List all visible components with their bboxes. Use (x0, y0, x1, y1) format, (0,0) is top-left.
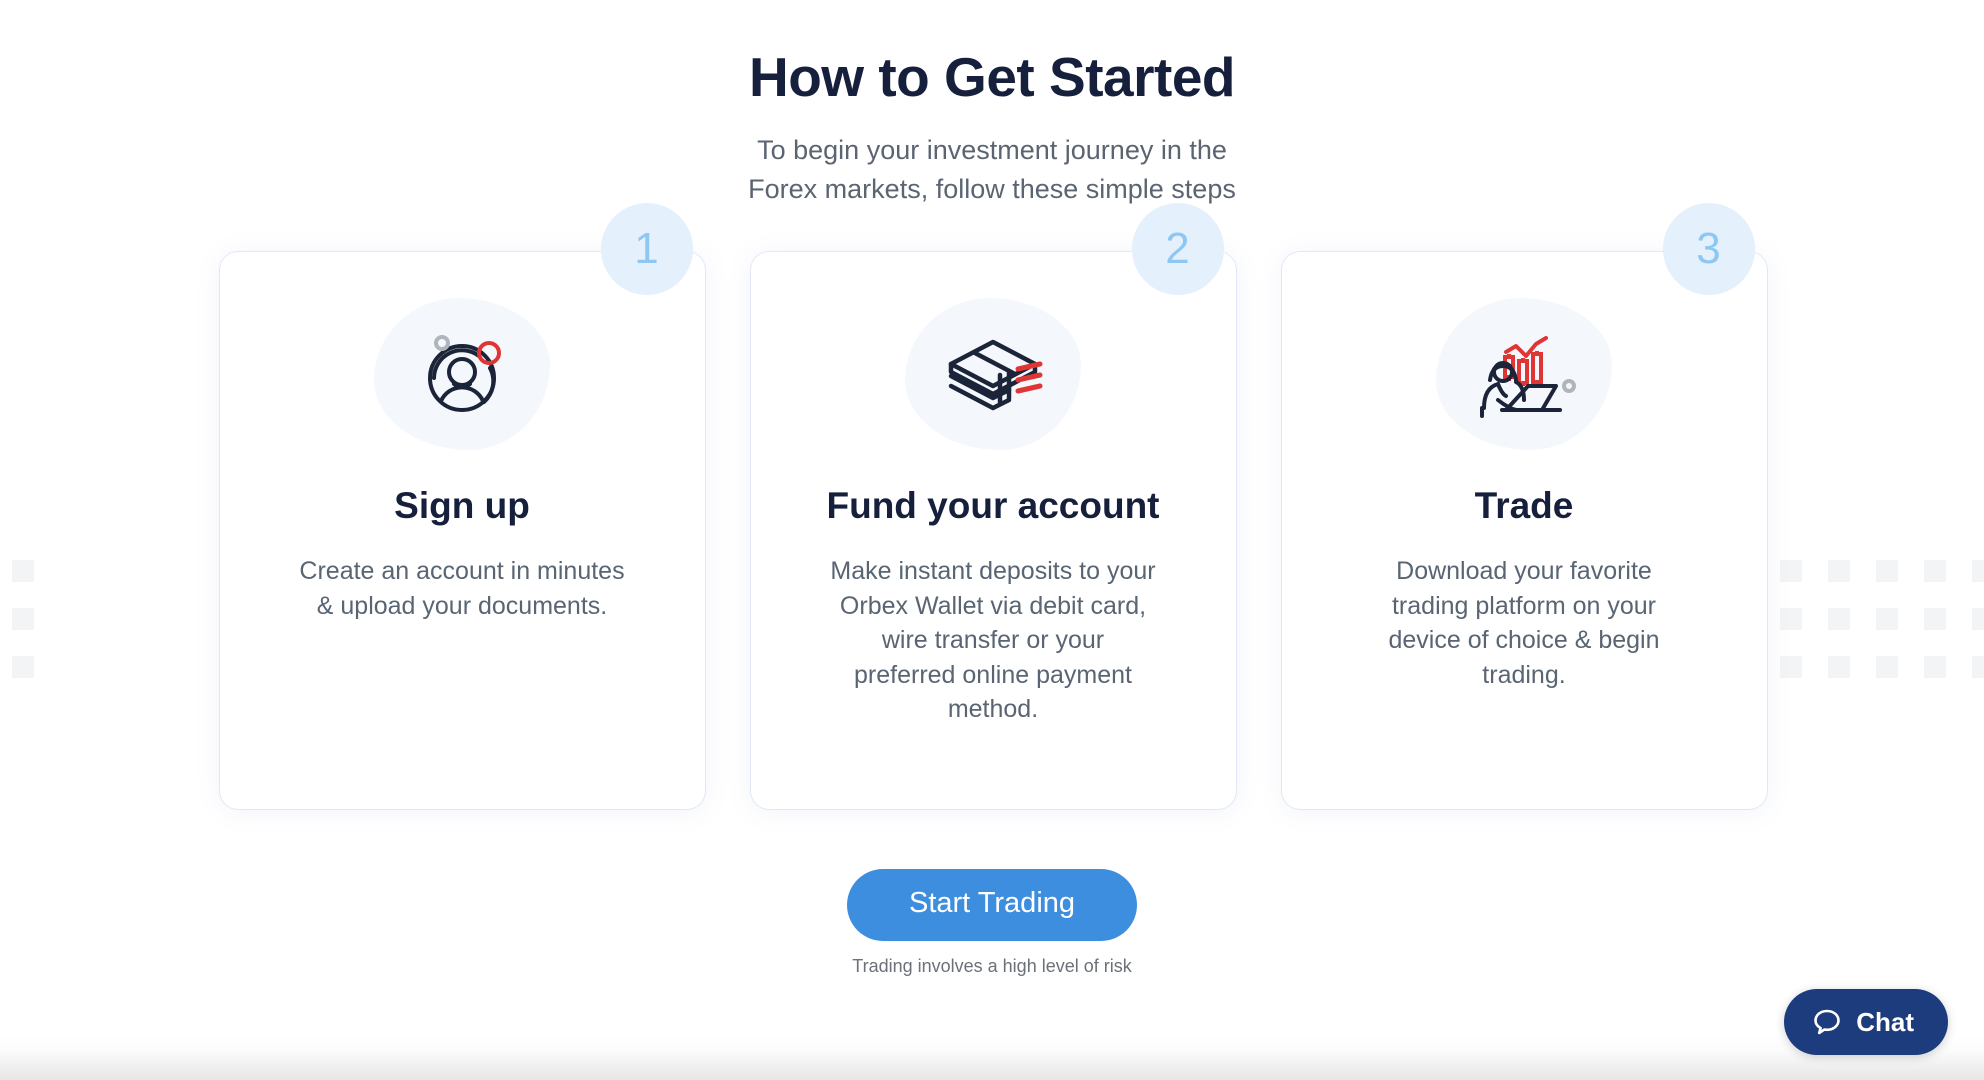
step-text-3: Download your favorite trading platform … (1316, 554, 1733, 692)
step-text-line: trading. (1482, 660, 1566, 689)
step-text-line: & upload your documents. (316, 591, 608, 620)
chat-label: Chat (1856, 1007, 1914, 1037)
step-title-2: Fund your account (826, 484, 1160, 526)
step-text-line: preferred online payment (854, 660, 1132, 689)
step-icon-wrap-3 (1436, 297, 1612, 450)
section-heading-block: How to Get Started To begin your investm… (0, 46, 1984, 208)
step-card-sign-up: 1 Sign up Create an account in minutes & (219, 202, 705, 809)
step-number-badge-3: 3 (1662, 202, 1755, 295)
risk-disclaimer-note: Trading involves a high level of risk (852, 955, 1132, 976)
step-icon-wrap-2 (905, 297, 1081, 450)
trader-laptop-chart-icon (1480, 335, 1576, 418)
step-text-1: Create an account in minutes & upload yo… (254, 554, 671, 623)
chat-widget-button[interactable]: Chat (1784, 989, 1948, 1055)
how-to-get-started-section: How to Get Started To begin your investm… (0, 0, 1984, 1080)
start-trading-button[interactable]: Start Trading (846, 868, 1138, 941)
speech-bubble-icon (1814, 1009, 1841, 1035)
subtitle-line-2: Forex markets, follow these simple steps (748, 173, 1236, 204)
step-number-badge-1: 1 (600, 202, 693, 295)
step-text-line: wire transfer or your (881, 626, 1105, 655)
step-text-line: method. (947, 695, 1039, 724)
user-avatar-icon (428, 334, 501, 412)
step-text-line: Orbex Wallet via debit card, (839, 591, 1147, 620)
step-text-2: Make instant deposits to your Orbex Wall… (785, 554, 1202, 727)
page-subtitle: To begin your investment journey in the … (0, 131, 1984, 208)
page-title: How to Get Started (748, 46, 1236, 108)
step-number-badge-2: 2 (1131, 202, 1224, 295)
step-title-3: Trade (1474, 484, 1574, 526)
steps-card-row: 1 Sign up Create an account in minutes & (0, 202, 1984, 809)
step-card-trade: 3 Trade Download your favorite trading p… (1281, 202, 1767, 809)
cash-stack-icon (948, 339, 1043, 411)
step-text-line: Create an account in minutes (299, 557, 625, 586)
step-text-line: Download your favorite (1396, 557, 1652, 586)
subtitle-line-1: To begin your investment journey in the (757, 135, 1227, 166)
step-card-fund-your-account: 2 Fund your account Make instant deposit… (750, 202, 1236, 809)
step-text-line: Make instant deposits to your (830, 557, 1156, 586)
cta-block: Start Trading Trading involves a high le… (0, 868, 1984, 977)
step-text-line: trading platform on your (1391, 591, 1657, 620)
step-icon-wrap-1 (374, 297, 550, 450)
step-title-1: Sign up (394, 484, 530, 526)
step-text-line: device of choice & begin (1388, 626, 1660, 655)
